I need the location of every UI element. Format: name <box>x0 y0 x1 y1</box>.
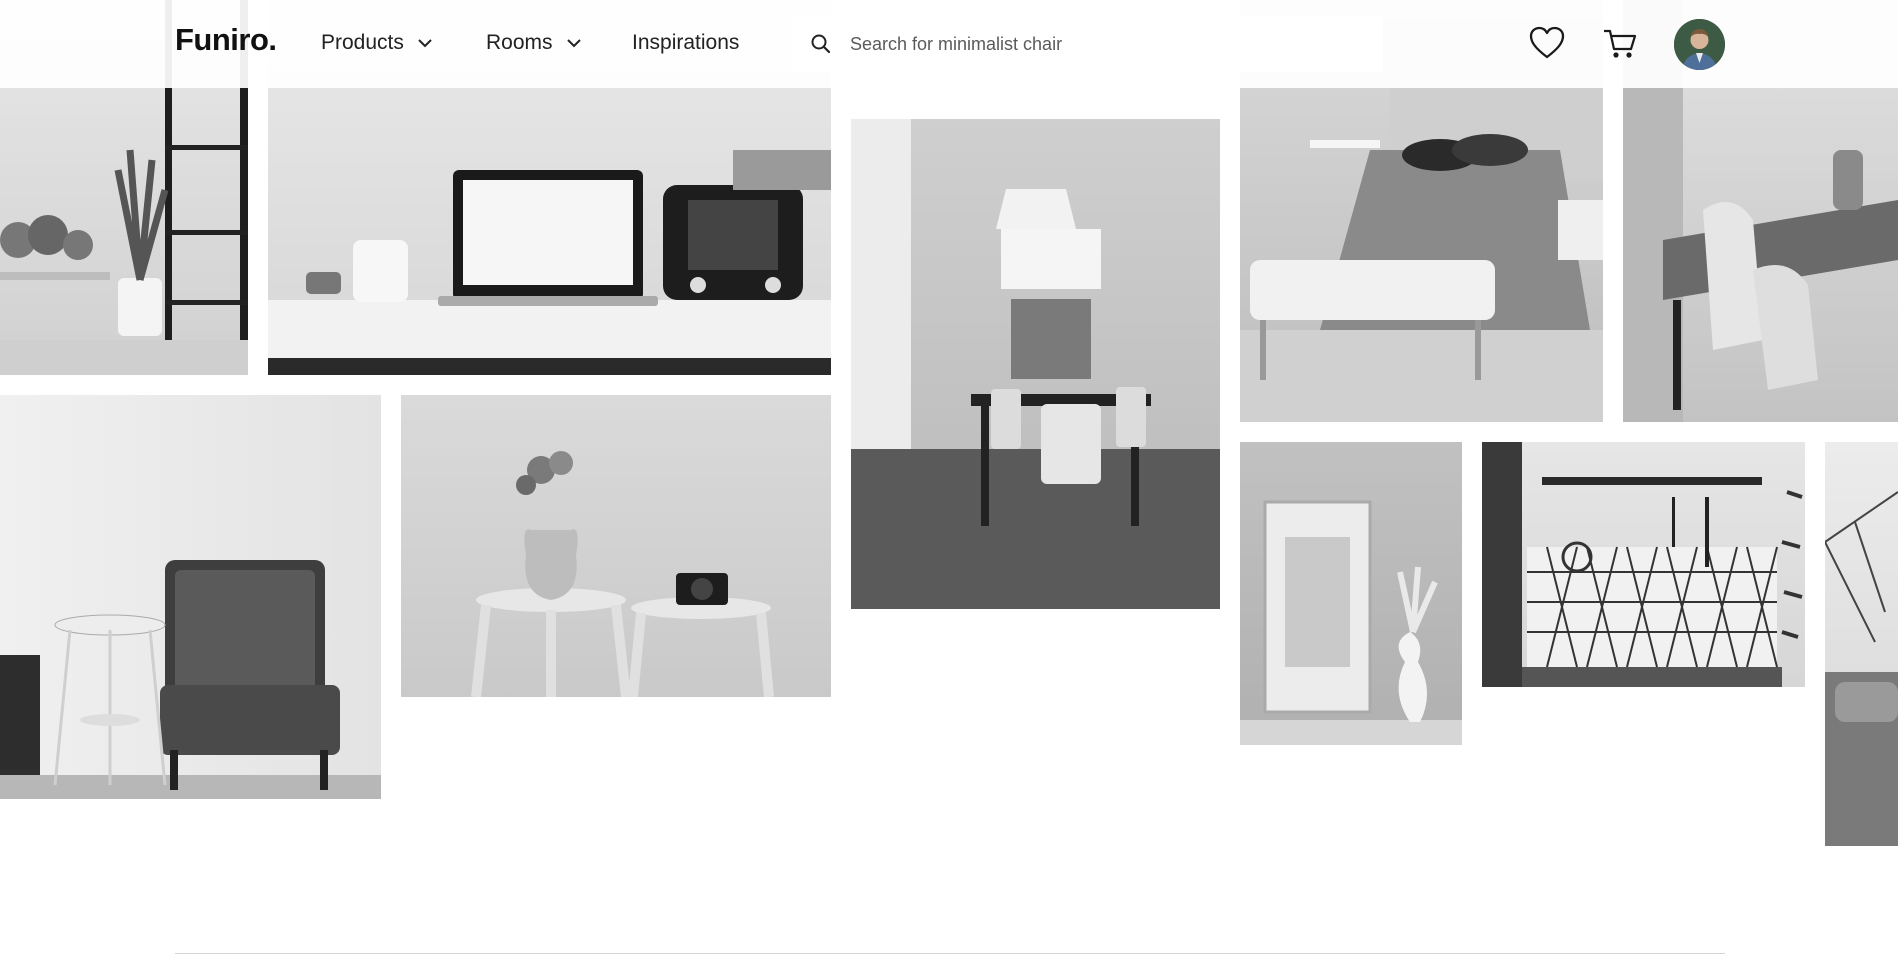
top-navbar: Funiro. Products Rooms Inspirations <box>0 0 1898 88</box>
photo-armchair-side-table[interactable] <box>0 395 381 799</box>
photo-bed-metal-frame[interactable] <box>1825 442 1898 846</box>
nav-rooms-label: Rooms <box>486 31 553 54</box>
user-avatar-icon <box>1674 19 1725 70</box>
chevron-down-icon <box>566 39 581 48</box>
chevron-down-icon <box>418 39 432 48</box>
footer-divider <box>175 953 1725 954</box>
photo-gallery <box>0 0 1898 972</box>
search-bar <box>792 16 1383 72</box>
photo-kitchen-shelf[interactable] <box>1482 442 1805 687</box>
photo-frame-vase[interactable] <box>1240 442 1462 745</box>
heart-icon[interactable] <box>1529 26 1565 60</box>
photo-dining-room-lamp[interactable] <box>851 119 1220 609</box>
nav-inspirations-label: Inspirations <box>632 31 740 54</box>
cart-icon[interactable] <box>1602 27 1638 61</box>
nav-products-label: Products <box>321 31 404 54</box>
search-input[interactable] <box>848 32 1372 56</box>
search-icon[interactable] <box>810 33 832 55</box>
avatar[interactable] <box>1674 19 1725 70</box>
nav-inspirations[interactable]: Inspirations <box>632 31 739 55</box>
nav-products[interactable]: Products <box>321 31 434 55</box>
brand-logo[interactable]: Funiro. <box>175 22 277 58</box>
nav-rooms[interactable]: Rooms <box>486 31 583 55</box>
photo-vase-camera-stools[interactable] <box>401 395 831 697</box>
